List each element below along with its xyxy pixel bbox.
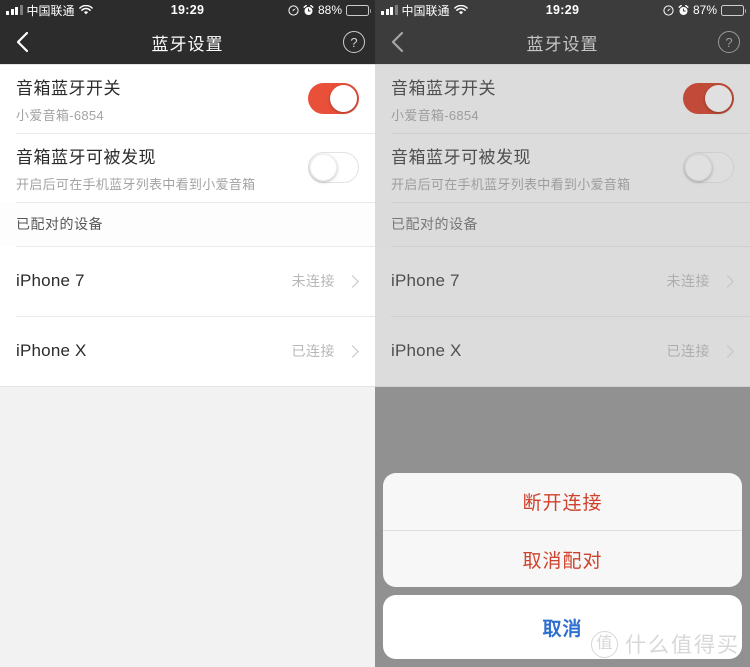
device-status: 未连接 (291, 273, 335, 289)
question-mark-circle-icon: ? (725, 34, 733, 50)
section-header-label: 已配对的设备 (391, 216, 478, 232)
device-row-iphone-x[interactable]: iPhone X 已连接 (375, 316, 750, 386)
device-name: iPhone X (391, 341, 462, 360)
device-row-iphone-7[interactable]: iPhone 7 未连接 (0, 246, 375, 316)
setting-row-discoverable[interactable]: 音箱蓝牙可被发现 开启后可在手机蓝牙列表中看到小爱音箱 (0, 133, 375, 202)
discoverable-switch-toggle[interactable] (308, 152, 359, 183)
setting-subtitle: 开启后可在手机蓝牙列表中看到小爱音箱 (16, 176, 256, 192)
alarm-clock-icon (303, 4, 314, 16)
status-bar-right: 88% (288, 3, 371, 17)
list-bottom-divider (0, 386, 375, 387)
setting-row-bluetooth-switch[interactable]: 音箱蓝牙开关 小爱音箱-6854 (0, 64, 375, 133)
battery-percent-label: 87% (692, 3, 717, 17)
battery-icon (721, 4, 746, 16)
device-name: iPhone X (16, 341, 87, 360)
help-button[interactable]: ? (718, 31, 740, 53)
chevron-right-icon (721, 344, 734, 358)
setting-text-block: 音箱蓝牙可被发现 开启后可在手机蓝牙列表中看到小爱音箱 (16, 143, 255, 193)
device-row-iphone-x[interactable]: iPhone X 已连接 (0, 316, 375, 386)
action-sheet-options-group: 断开连接 取消配对 (383, 473, 742, 587)
section-header-paired-devices: 已配对的设备 (375, 202, 750, 246)
setting-subtitle: 开启后可在手机蓝牙列表中看到小爱音箱 (391, 176, 631, 192)
chevron-right-icon (721, 274, 734, 288)
toggle-knob (330, 85, 357, 112)
location-arrow-icon (663, 4, 674, 16)
page-title: 蓝牙设置 (151, 34, 224, 54)
device-status: 已连接 (291, 343, 335, 359)
nav-bar: 蓝牙设置 ? (375, 20, 750, 64)
settings-list: 音箱蓝牙开关 小爱音箱-6854 音箱蓝牙可被发现 开启后可在手机蓝牙列表中看到… (0, 64, 375, 387)
bluetooth-switch-toggle[interactable] (308, 83, 359, 114)
device-status: 已连接 (666, 343, 710, 359)
section-header-label: 已配对的设备 (16, 216, 103, 232)
settings-list: 音箱蓝牙开关 小爱音箱-6854 音箱蓝牙可被发现 开启后可在手机蓝牙列表中看到… (375, 64, 750, 387)
dual-screenshot-container: 中国联通 19:29 88% 蓝牙设置 ? 音箱蓝牙开关 小爱音箱-6854 音… (0, 0, 750, 667)
location-arrow-icon (288, 4, 299, 16)
unpair-button[interactable]: 取消配对 (383, 530, 742, 587)
setting-text-block: 音箱蓝牙可被发现 开启后可在手机蓝牙列表中看到小爱音箱 (391, 143, 630, 193)
device-status: 未连接 (666, 273, 710, 289)
question-mark-circle-icon: ? (350, 34, 358, 50)
status-bar-right: 87% (663, 3, 746, 17)
list-bottom-divider (375, 386, 750, 387)
cancel-button[interactable]: 取消 (383, 595, 742, 659)
device-row-right: 未连接 (292, 271, 360, 291)
device-name: iPhone 7 (16, 271, 85, 290)
page-title: 蓝牙设置 (526, 34, 599, 54)
device-row-right: 已连接 (667, 341, 735, 361)
setting-subtitle: 小爱音箱-6854 (391, 107, 479, 123)
device-row-iphone-7[interactable]: iPhone 7 未连接 (375, 246, 750, 316)
setting-row-discoverable[interactable]: 音箱蓝牙可被发现 开启后可在手机蓝牙列表中看到小爱音箱 (375, 133, 750, 202)
action-sheet: 断开连接 取消配对 取消 (375, 473, 750, 667)
setting-row-bluetooth-switch[interactable]: 音箱蓝牙开关 小爱音箱-6854 (375, 64, 750, 133)
setting-title: 音箱蓝牙开关 (16, 78, 121, 98)
setting-title: 音箱蓝牙可被发现 (16, 147, 156, 167)
status-bar: 中国联通 19:29 88% (0, 0, 375, 20)
battery-percent-label: 88% (317, 3, 342, 17)
device-row-right: 未连接 (667, 271, 735, 291)
screen-body-right: 中国联通 19:29 87% 蓝牙设置 ? 音箱蓝牙开关 小爱音箱-6854 音… (375, 0, 750, 667)
toggle-knob (705, 85, 732, 112)
screen-body-left: 中国联通 19:29 88% 蓝牙设置 ? 音箱蓝牙开关 小爱音箱-6854 音… (0, 0, 375, 667)
battery-icon (346, 4, 371, 16)
setting-text-block: 音箱蓝牙开关 小爱音箱-6854 (391, 74, 496, 124)
status-bar: 中国联通 19:29 87% (375, 0, 750, 20)
setting-text-block: 音箱蓝牙开关 小爱音箱-6854 (16, 74, 121, 124)
bluetooth-switch-toggle[interactable] (683, 83, 734, 114)
chevron-right-icon (346, 344, 359, 358)
phone-screen-left: 中国联通 19:29 88% 蓝牙设置 ? 音箱蓝牙开关 小爱音箱-6854 音… (0, 0, 375, 667)
nav-bar: 蓝牙设置 ? (0, 20, 375, 64)
toggle-knob (685, 154, 712, 181)
setting-subtitle: 小爱音箱-6854 (16, 107, 104, 123)
toggle-knob (310, 154, 337, 181)
action-sheet-cancel-group: 取消 (383, 595, 742, 659)
chevron-right-icon (346, 274, 359, 288)
section-header-paired-devices: 已配对的设备 (0, 202, 375, 246)
disconnect-button[interactable]: 断开连接 (383, 473, 742, 530)
device-name: iPhone 7 (391, 271, 460, 290)
alarm-clock-icon (678, 4, 689, 16)
help-button[interactable]: ? (343, 31, 365, 53)
discoverable-switch-toggle[interactable] (683, 152, 734, 183)
device-row-right: 已连接 (292, 341, 360, 361)
setting-title: 音箱蓝牙可被发现 (391, 147, 531, 167)
phone-screen-right: 中国联通 19:29 87% 蓝牙设置 ? 音箱蓝牙开关 小爱音箱-6854 音… (375, 0, 750, 667)
setting-title: 音箱蓝牙开关 (391, 78, 496, 98)
